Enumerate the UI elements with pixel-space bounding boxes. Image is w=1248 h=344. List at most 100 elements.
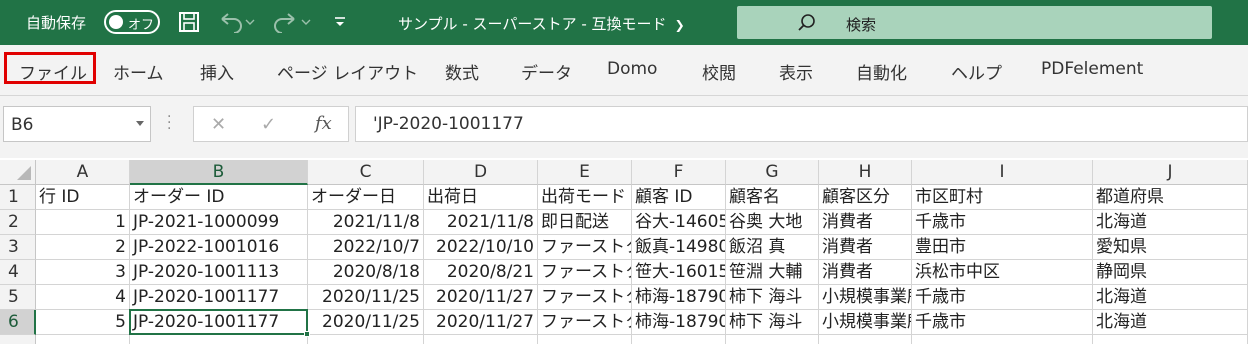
cell-c3[interactable]: 2022/10/7 [308,235,424,260]
cell-h2[interactable]: 消費者 [819,210,912,235]
cell-a2[interactable]: 1 [36,210,130,235]
customize-qat-icon[interactable] [328,8,352,36]
cell-partial[interactable] [726,335,819,344]
cell-partial[interactable] [819,335,912,344]
cell-b4[interactable]: JP-2020-1001113 [130,260,308,285]
tab-file[interactable]: ファイル [4,52,96,84]
tab-automate[interactable]: 自動化 [856,59,907,84]
cell-h6[interactable]: 小規模事業所 [819,310,912,335]
cell-g5[interactable]: 柿下 海斗 [726,285,819,310]
cell-j2[interactable]: 北海道 [1093,210,1248,235]
tab-help[interactable]: ヘルプ [951,59,1002,84]
autosave-toggle[interactable]: オフ [104,10,160,34]
cell-partial[interactable] [130,335,308,344]
cell-j6[interactable]: 北海道 [1093,310,1248,335]
cell-g4[interactable]: 笹淵 大輔 [726,260,819,285]
cell-b6[interactable]: JP-2020-1001177 [130,310,308,335]
cell-c6[interactable]: 2020/11/25 [308,310,424,335]
cell-e3[interactable]: ファーストクラス [538,235,632,260]
cell-partial[interactable] [632,335,726,344]
cell-j5[interactable]: 北海道 [1093,285,1248,310]
cell-f6[interactable]: 柿海-18790 [632,310,726,335]
enter-icon[interactable]: ✓ [261,114,276,135]
cell-partial[interactable] [36,335,130,344]
cell-b3[interactable]: JP-2022-1001016 [130,235,308,260]
cell-b1[interactable]: オーダー ID [130,185,308,210]
cell-h5[interactable]: 小規模事業所 [819,285,912,310]
tab-insert[interactable]: 挿入 [200,59,234,84]
column-header-g[interactable]: G [726,160,819,185]
undo-icon[interactable] [214,8,258,36]
cell-d2[interactable]: 2021/11/8 [424,210,538,235]
tab-home[interactable]: ホーム [113,59,164,84]
cell-i3[interactable]: 豊田市 [912,235,1093,260]
cell-i2[interactable]: 千歳市 [912,210,1093,235]
splitter-handle[interactable]: · · · [167,110,171,136]
row-header-2[interactable]: 2 [0,210,36,235]
cell-i4[interactable]: 浜松市中区 [912,260,1093,285]
cell-a4[interactable]: 3 [36,260,130,285]
column-header-j[interactable]: J [1093,160,1248,185]
cell-partial[interactable] [1093,335,1248,344]
row-header-partial[interactable] [0,335,36,344]
cancel-icon[interactable]: ✕ [211,114,226,135]
cell-g6[interactable]: 柿下 海斗 [726,310,819,335]
row-header-5[interactable]: 5 [0,285,36,310]
cell-f1[interactable]: 顧客 ID [632,185,726,210]
formula-input[interactable]: 'JP-2020-1001177 [355,106,1248,142]
tab-domo[interactable]: Domo [607,59,657,79]
cell-c1[interactable]: オーダー日 [308,185,424,210]
save-icon[interactable] [174,8,204,36]
cell-a1[interactable]: 行 ID [36,185,130,210]
row-header-6[interactable]: 6 [0,310,36,335]
column-header-d[interactable]: D [424,160,538,185]
cell-j1[interactable]: 都道府県 [1093,185,1248,210]
cell-d4[interactable]: 2020/8/21 [424,260,538,285]
name-box[interactable]: B6 [3,106,151,142]
row-header-4[interactable]: 4 [0,260,36,285]
tab-review[interactable]: 校閲 [702,59,736,84]
cell-c4[interactable]: 2020/8/18 [308,260,424,285]
chevron-down-icon[interactable] [136,121,144,126]
cell-i1[interactable]: 市区町村 [912,185,1093,210]
cell-c5[interactable]: 2020/11/25 [308,285,424,310]
cell-f5[interactable]: 柿海-18790 [632,285,726,310]
column-header-c[interactable]: C [308,160,424,185]
cell-e2[interactable]: 即日配送 [538,210,632,235]
cell-partial[interactable] [308,335,424,344]
cell-h3[interactable]: 消費者 [819,235,912,260]
tab-page-layout[interactable]: ページ レイアウト [277,59,418,84]
cell-i5[interactable]: 千歳市 [912,285,1093,310]
cell-c2[interactable]: 2021/11/8 [308,210,424,235]
column-header-h[interactable]: H [819,160,912,185]
cell-d6[interactable]: 2020/11/27 [424,310,538,335]
cell-e6[interactable]: ファーストクラス [538,310,632,335]
column-header-e[interactable]: E [538,160,632,185]
column-header-f[interactable]: F [632,160,726,185]
row-header-1[interactable]: 1 [0,185,36,210]
cell-g2[interactable]: 谷奥 大地 [726,210,819,235]
cell-h1[interactable]: 顧客区分 [819,185,912,210]
column-header-a[interactable]: A [36,160,130,185]
cell-a3[interactable]: 2 [36,235,130,260]
cell-g1[interactable]: 顧客名 [726,185,819,210]
cell-d3[interactable]: 2022/10/10 [424,235,538,260]
cell-d5[interactable]: 2020/11/27 [424,285,538,310]
cell-h4[interactable]: 消費者 [819,260,912,285]
cell-a6[interactable]: 5 [36,310,130,335]
cell-partial[interactable] [538,335,632,344]
insert-function-icon[interactable]: fx [315,113,332,134]
cell-partial[interactable] [912,335,1093,344]
row-header-3[interactable]: 3 [0,235,36,260]
tab-formulas[interactable]: 数式 [445,59,479,84]
cell-b2[interactable]: JP-2021-1000099 [130,210,308,235]
cell-j4[interactable]: 静岡県 [1093,260,1248,285]
document-title[interactable]: サンプル - スーパーストア - 互換モード ❯ [398,13,685,34]
cell-e5[interactable]: ファーストクラス [538,285,632,310]
cell-g3[interactable]: 飯沼 真 [726,235,819,260]
cell-b5[interactable]: JP-2020-1001177 [130,285,308,310]
cell-f4[interactable]: 笹大-16015 [632,260,726,285]
tab-data[interactable]: データ [521,59,572,84]
tab-pdfelement[interactable]: PDFelement [1041,59,1143,79]
cell-f3[interactable]: 飯真-14980 [632,235,726,260]
